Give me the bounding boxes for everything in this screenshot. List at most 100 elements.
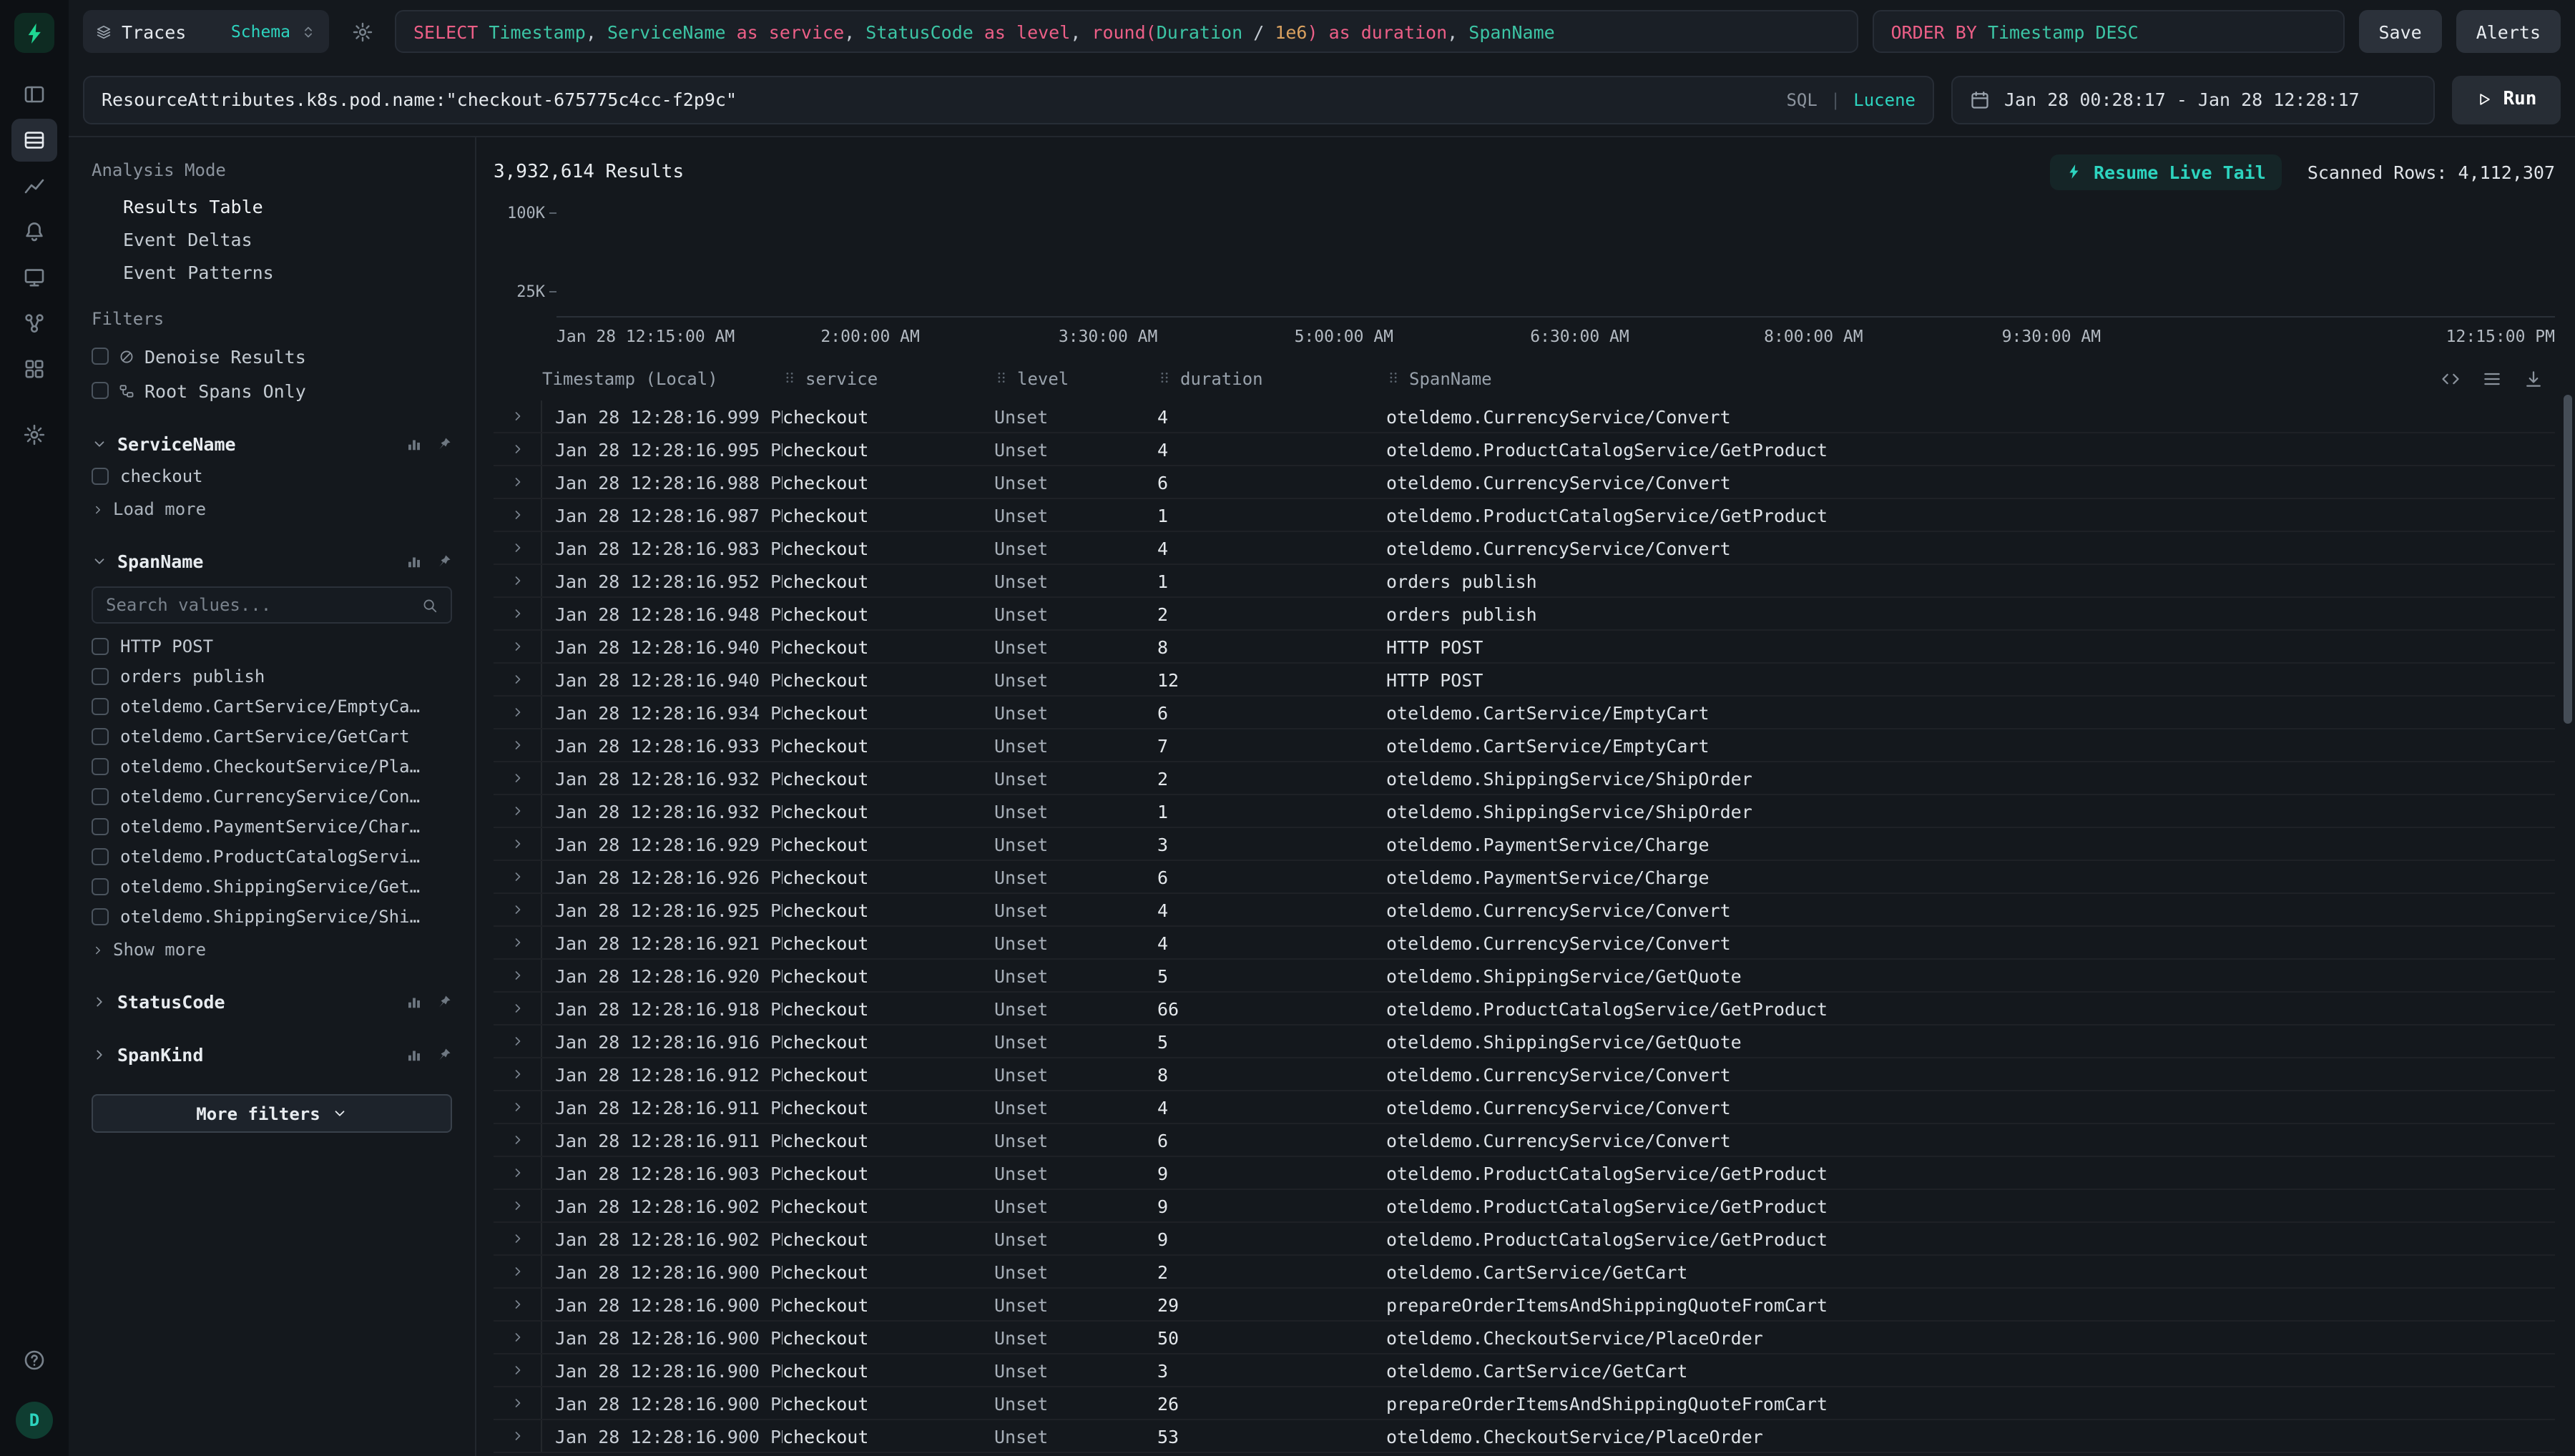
row-expand-chevron-icon[interactable]: [494, 861, 542, 892]
table-row[interactable]: Jan 28 12:28:16.940 PMcheckoutUnset12HTT…: [494, 664, 2555, 697]
row-expand-chevron-icon[interactable]: [494, 532, 542, 564]
checkbox[interactable]: [92, 382, 109, 399]
code-view-icon[interactable]: [2441, 369, 2461, 389]
checkbox[interactable]: [92, 877, 109, 895]
table-row[interactable]: Jan 28 12:28:16.952 PMcheckoutUnset1orde…: [494, 565, 2555, 598]
drag-grip-icon[interactable]: [994, 368, 1009, 390]
checkbox[interactable]: [92, 787, 109, 805]
analysis-mode-results-table[interactable]: Results Table: [92, 190, 452, 223]
filter-value[interactable]: oteldemo.CartService/EmptyCa…: [92, 691, 452, 721]
bar-chart-icon[interactable]: [406, 1046, 422, 1062]
row-expand-chevron-icon[interactable]: [494, 894, 542, 925]
help-icon[interactable]: [11, 1339, 57, 1382]
row-expand-chevron-icon[interactable]: [494, 466, 542, 498]
pin-icon[interactable]: [436, 993, 452, 1009]
filter-value[interactable]: oteldemo.CurrencyService/Con…: [92, 781, 452, 811]
row-expand-chevron-icon[interactable]: [494, 631, 542, 662]
checkbox[interactable]: [92, 727, 109, 744]
save-button[interactable]: Save: [2358, 10, 2441, 53]
row-expand-chevron-icon[interactable]: [494, 1420, 542, 1452]
table-row[interactable]: Jan 28 12:28:16.918 PMcheckoutUnset66ote…: [494, 993, 2555, 1025]
row-expand-chevron-icon[interactable]: [494, 400, 542, 432]
row-expand-chevron-icon[interactable]: [494, 598, 542, 629]
row-expand-chevron-icon[interactable]: [494, 1289, 542, 1320]
table-row[interactable]: Jan 28 12:28:16.940 PMcheckoutUnset8HTTP…: [494, 631, 2555, 664]
table-row[interactable]: Jan 28 12:28:16.900 PMcheckoutUnset2otel…: [494, 1256, 2555, 1289]
analysis-mode-event-deltas[interactable]: Event Deltas: [92, 223, 452, 256]
filter-value[interactable]: oteldemo.ShippingService/Shi…: [92, 901, 452, 931]
filter-search-box[interactable]: [92, 586, 452, 624]
checkbox[interactable]: [92, 757, 109, 774]
filter-value[interactable]: oteldemo.ProductCatalogServi…: [92, 841, 452, 871]
table-row[interactable]: Jan 28 12:28:16.926 PMcheckoutUnset6otel…: [494, 861, 2555, 894]
row-expand-chevron-icon[interactable]: [494, 729, 542, 761]
row-expand-chevron-icon[interactable]: [494, 1157, 542, 1189]
checkbox[interactable]: [92, 847, 109, 865]
sql-select-editor[interactable]: SELECT Timestamp, ServiceName as service…: [395, 10, 1858, 53]
row-expand-chevron-icon[interactable]: [494, 795, 542, 827]
row-expand-chevron-icon[interactable]: [494, 1091, 542, 1123]
table-row[interactable]: Jan 28 12:28:16.900 PMcheckoutUnset29pre…: [494, 1289, 2555, 1322]
filter-search-input[interactable]: [106, 595, 422, 615]
drag-grip-icon[interactable]: [1157, 368, 1172, 390]
more-filters-button[interactable]: More filters: [92, 1094, 452, 1133]
row-expand-chevron-icon[interactable]: [494, 1025, 542, 1057]
row-expand-chevron-icon[interactable]: [494, 993, 542, 1024]
filter-value[interactable]: orders publish: [92, 661, 452, 691]
analysis-mode-event-patterns[interactable]: Event Patterns: [92, 256, 452, 289]
source-select[interactable]: Traces Schema: [83, 10, 329, 53]
table-row[interactable]: Jan 28 12:28:16.900 PMcheckoutUnset50ote…: [494, 1322, 2555, 1354]
show-more-link[interactable]: Show more: [92, 934, 452, 965]
table-row[interactable]: Jan 28 12:28:16.933 PMcheckoutUnset7otel…: [494, 729, 2555, 762]
table-row[interactable]: Jan 28 12:28:16.900 PMcheckoutUnset3otel…: [494, 1354, 2555, 1387]
column-header-timestamp-local-[interactable]: Timestamp (Local): [542, 369, 783, 389]
row-expand-chevron-icon[interactable]: [494, 1354, 542, 1386]
filter-value[interactable]: oteldemo.PaymentService/Char…: [92, 811, 452, 841]
lang-option-lucene[interactable]: Lucene: [1853, 89, 1916, 109]
drag-grip-icon[interactable]: [1386, 368, 1401, 390]
table-row[interactable]: Jan 28 12:28:16.911 PMcheckoutUnset4otel…: [494, 1091, 2555, 1124]
row-expand-chevron-icon[interactable]: [494, 565, 542, 596]
table-row[interactable]: Jan 28 12:28:16.902 PMcheckoutUnset9otel…: [494, 1223, 2555, 1256]
nav-chart-explorer-icon[interactable]: [11, 164, 57, 207]
row-expand-chevron-icon[interactable]: [494, 1223, 542, 1254]
checkbox[interactable]: [92, 907, 109, 925]
row-density-icon[interactable]: [2482, 369, 2502, 389]
pin-icon[interactable]: [436, 436, 452, 451]
nav-search-icon[interactable]: [11, 119, 57, 162]
filter-section-header-servicename[interactable]: ServiceName: [92, 426, 452, 461]
table-row[interactable]: Jan 28 12:28:16.934 PMcheckoutUnset6otel…: [494, 697, 2555, 729]
column-header-service[interactable]: service: [783, 368, 994, 390]
row-expand-chevron-icon[interactable]: [494, 1322, 542, 1353]
filter-value[interactable]: oteldemo.CartService/GetCart: [92, 721, 452, 751]
table-row[interactable]: Jan 28 12:28:16.948 PMcheckoutUnset2orde…: [494, 598, 2555, 631]
order-by-editor[interactable]: ORDER BY Timestamp DESC: [1872, 10, 2344, 53]
nav-alerts-icon[interactable]: [11, 210, 57, 253]
pin-icon[interactable]: [436, 1046, 452, 1062]
checkbox[interactable]: [92, 467, 109, 484]
table-row[interactable]: Jan 28 12:28:16.900 PMcheckoutUnset26pre…: [494, 1387, 2555, 1420]
table-row[interactable]: Jan 28 12:28:16.916 PMcheckoutUnset5otel…: [494, 1025, 2555, 1058]
pin-icon[interactable]: [436, 553, 452, 569]
checkbox[interactable]: [92, 817, 109, 835]
table-row[interactable]: Jan 28 12:28:16.911 PMcheckoutUnset6otel…: [494, 1124, 2555, 1157]
row-expand-chevron-icon[interactable]: [494, 697, 542, 728]
load-more-link[interactable]: Load more: [92, 493, 452, 525]
row-expand-chevron-icon[interactable]: [494, 828, 542, 860]
bar-chart-icon[interactable]: [406, 436, 422, 451]
table-row[interactable]: Jan 28 12:28:16.900 PMcheckoutUnset53ote…: [494, 1420, 2555, 1453]
column-header-level[interactable]: level: [994, 368, 1157, 390]
nav-service-map-icon[interactable]: [11, 302, 57, 345]
table-row[interactable]: Jan 28 12:28:16.932 PMcheckoutUnset2otel…: [494, 762, 2555, 795]
source-settings-button[interactable]: [343, 13, 381, 50]
filter-section-header-spanname[interactable]: SpanName: [92, 543, 452, 578]
checkbox[interactable]: [92, 667, 109, 684]
column-header-duration[interactable]: duration: [1157, 368, 1386, 390]
checkbox[interactable]: [92, 637, 109, 654]
row-expand-chevron-icon[interactable]: [494, 762, 542, 794]
app-logo-icon[interactable]: [14, 13, 54, 53]
date-range-picker[interactable]: Jan 28 00:28:17 - Jan 28 12:28:17: [1951, 75, 2435, 124]
table-row[interactable]: Jan 28 12:28:16.999 PMcheckoutUnset4otel…: [494, 400, 2555, 433]
row-expand-chevron-icon[interactable]: [494, 960, 542, 991]
table-row[interactable]: Jan 28 12:28:16.932 PMcheckoutUnset1otel…: [494, 795, 2555, 828]
